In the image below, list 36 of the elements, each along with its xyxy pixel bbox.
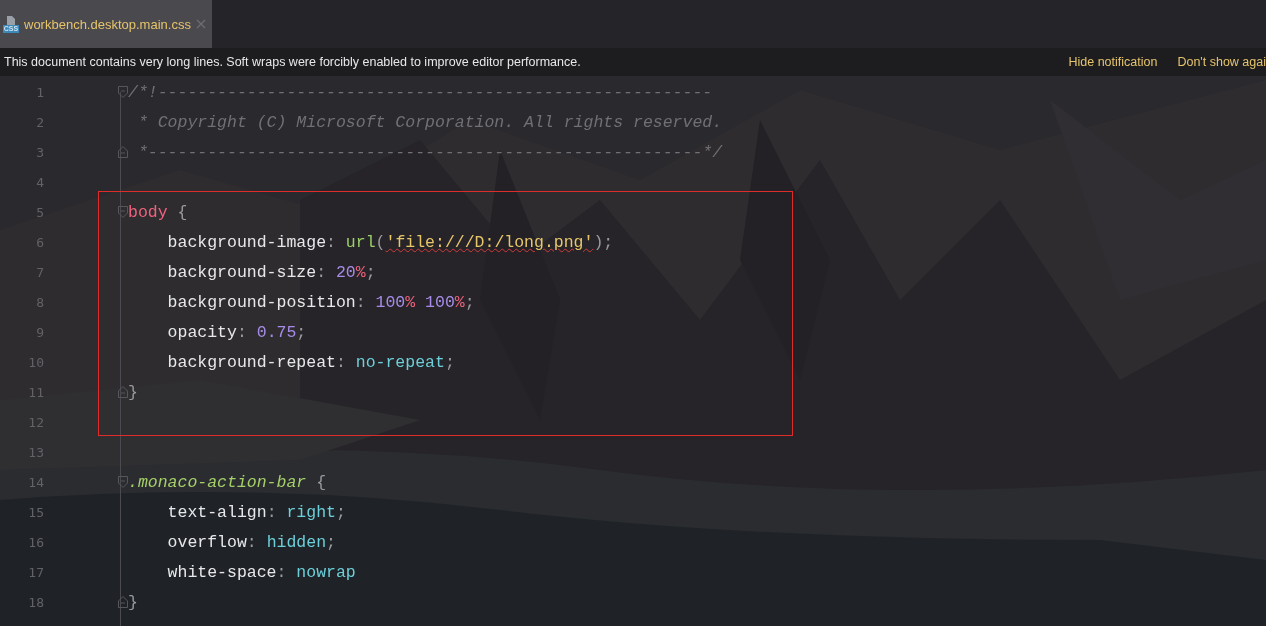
code-line: .monaco-action-bar { xyxy=(128,472,327,492)
code-line: background-size: 20%; xyxy=(166,262,376,282)
code-line: * Copyright (C) Microsoft Corporation. All rights reserved. xyxy=(136,112,723,132)
line-number: 3 xyxy=(35,144,44,160)
code-line: overflow: hidden; xyxy=(166,532,336,552)
code-line: background-position: 100% 100%; xyxy=(166,292,475,312)
code-line: background-repeat: no-repeat; xyxy=(166,352,455,372)
fold-icon[interactable] xyxy=(118,596,128,608)
close-icon[interactable] xyxy=(196,19,206,29)
line-number: 16 xyxy=(27,534,44,550)
fold-icon[interactable] xyxy=(118,86,128,98)
notification-link[interactable]: Hide notification xyxy=(1068,55,1158,69)
code-line: } xyxy=(128,592,138,612)
code-line: white-space: nowrap xyxy=(166,562,356,582)
line-number: 14 xyxy=(27,474,44,490)
code-line: opacity: 0.75; xyxy=(166,322,307,342)
fold-icon[interactable] xyxy=(118,476,128,488)
fold-icon[interactable] xyxy=(118,386,128,398)
notification-link[interactable]: Don't show agai xyxy=(1177,55,1266,69)
line-number: 17 xyxy=(27,564,44,580)
code-line: body { xyxy=(128,202,188,222)
code-line: background-image: url('file:///D:/long.png'); xyxy=(166,232,614,252)
line-number: 11 xyxy=(27,384,44,400)
fold-icon[interactable] xyxy=(118,146,128,158)
notification-message: This document contains very long lines. Soft wraps were forcibly enabled to improve editor performance. xyxy=(4,55,581,69)
fold-icon[interactable] xyxy=(118,206,128,218)
line-number: 15 xyxy=(27,504,44,520)
line-number: 18 xyxy=(27,594,44,610)
code-line: /*!-------------------------------------------------------- xyxy=(128,82,713,102)
line-number: 2 xyxy=(35,114,44,130)
code-line: } xyxy=(128,382,138,402)
line-number: 4 xyxy=(35,174,44,190)
line-number: 5 xyxy=(35,204,44,220)
line-number: 1 xyxy=(35,84,44,100)
code-line: *--------------------------------------------------------*/ xyxy=(136,142,723,162)
code-line: text-align: right; xyxy=(166,502,346,522)
